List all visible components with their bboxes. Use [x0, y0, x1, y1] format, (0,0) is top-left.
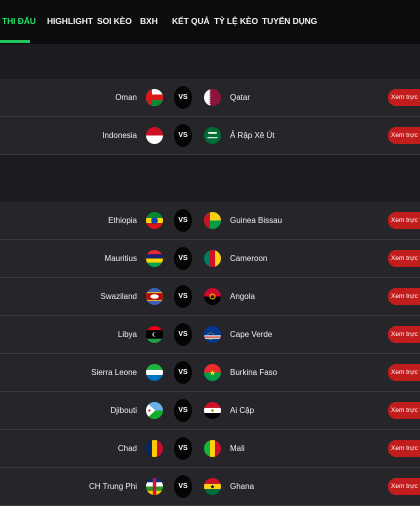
home-team: Swaziland [100, 292, 137, 301]
live-button[interactable]: Xem trực tiếp [388, 288, 420, 305]
vs-badge: VS [174, 209, 192, 232]
live-button[interactable]: Xem trực tiếp [388, 89, 420, 106]
match-row[interactable]: Indonesia VS Ả Rập Xê Út Xem trực tiếp [0, 117, 420, 155]
egypt-flag-icon [204, 402, 221, 419]
mauritius-flag-icon [146, 250, 163, 267]
vs-badge: VS [174, 247, 192, 270]
match-row[interactable]: Swaziland VS Angola Xem trực tiếp [0, 278, 420, 316]
live-button[interactable]: Xem trực tiếp [388, 440, 420, 457]
live-button[interactable]: Xem trực tiếp [388, 326, 420, 343]
live-button[interactable]: Xem trực tiếp [388, 127, 420, 144]
vs-badge: VS [174, 437, 192, 460]
away-team: Cameroon [230, 254, 268, 263]
tab-thi-dau[interactable]: THI ĐẤU [2, 16, 36, 26]
vs-badge: VS [174, 399, 192, 422]
home-team: Libya [117, 330, 137, 339]
qatar-flag-icon [204, 89, 221, 106]
live-button[interactable]: Xem trực tiếp [388, 212, 420, 229]
away-team: Mali [230, 444, 245, 453]
match-row[interactable]: Mauritius VS Cameroon Xem trực tiếp [0, 240, 420, 278]
ghana-flag-icon [204, 478, 221, 495]
home-team: Oman [115, 93, 137, 102]
live-button[interactable]: Xem trực tiếp [388, 478, 420, 495]
match-row[interactable]: CH Trung Phi VS Ghana Xem trực tiếp [0, 468, 420, 506]
ethiopia-flag-icon [146, 212, 163, 229]
home-team: Sierra Leone [91, 368, 137, 377]
tab-highlight[interactable]: HIGHLIGHT [47, 16, 93, 26]
vs-badge: VS [174, 475, 192, 498]
home-team: Chad [117, 444, 137, 453]
tab-ty-le-keo[interactable]: TỶ LỆ KÈO [214, 16, 258, 26]
mali-flag-icon [204, 440, 221, 457]
home-team: Ethiopia [108, 216, 137, 225]
active-tab-indicator [0, 40, 30, 43]
group-header-1 [0, 44, 420, 79]
away-team: Ả Rập Xê Út [230, 131, 275, 140]
away-team: Qatar [230, 93, 251, 102]
vs-badge: VS [174, 124, 192, 147]
away-team: Cape Verde [230, 330, 273, 339]
tab-tuyen-dung[interactable]: TUYỂN DỤNG [262, 16, 317, 26]
away-team: Angola [230, 292, 255, 301]
saudi-arabia-flag-icon [204, 127, 221, 144]
guinea-bissau-flag-icon [204, 212, 221, 229]
away-team: Burkina Faso [230, 368, 278, 377]
home-team: Indonesia [102, 131, 137, 140]
live-button[interactable]: Xem trực tiếp [388, 250, 420, 267]
home-team: Mauritius [104, 254, 137, 263]
vs-badge: VS [174, 86, 192, 109]
angola-flag-icon [204, 288, 221, 305]
sierra-leone-flag-icon [146, 364, 163, 381]
libya-flag-icon [146, 326, 163, 343]
vs-badge: VS [174, 361, 192, 384]
live-button[interactable]: Xem trực tiếp [388, 402, 420, 419]
away-team: Ai Cập [230, 406, 255, 415]
swaziland-flag-icon [146, 288, 163, 305]
away-team: Ghana [230, 482, 255, 491]
match-row[interactable]: Ethiopia VS Guinea Bissau Xem trực tiếp [0, 202, 420, 240]
vs-badge: VS [174, 323, 192, 346]
match-row[interactable]: Oman VS Qatar Xem trực tiếp [0, 79, 420, 117]
match-row[interactable]: Sierra Leone VS Burkina Faso Xem trực ti… [0, 354, 420, 392]
oman-flag-icon [146, 89, 163, 106]
home-team: CH Trung Phi [88, 482, 137, 491]
top-navigation: THI ĐẤU HIGHLIGHT SOI KÈO BXH KẾT QUẢ TỶ… [0, 0, 420, 44]
match-row[interactable]: Libya VS Cape Verde Xem trực tiếp [0, 316, 420, 354]
tab-soi-keo[interactable]: SOI KÈO [97, 16, 132, 26]
vs-badge: VS [174, 285, 192, 308]
cameroon-flag-icon [204, 250, 221, 267]
match-row[interactable]: Djibouti VS Ai Cập Xem trực tiếp [0, 392, 420, 430]
indonesia-flag-icon [146, 127, 163, 144]
live-button[interactable]: Xem trực tiếp [388, 364, 420, 381]
burkina-faso-flag-icon [204, 364, 221, 381]
tab-ket-qua[interactable]: KẾT QUẢ [172, 16, 210, 26]
match-row[interactable]: Chad VS Mali Xem trực tiếp [0, 430, 420, 468]
chad-flag-icon [146, 440, 163, 457]
home-team: Djibouti [110, 406, 137, 415]
cape-verde-flag-icon [204, 326, 221, 343]
central-african-republic-flag-icon [146, 478, 163, 495]
away-team: Guinea Bissau [230, 216, 283, 225]
tab-bxh[interactable]: BXH [140, 16, 158, 26]
djibouti-flag-icon [146, 402, 163, 419]
group-header-2 [0, 155, 420, 202]
